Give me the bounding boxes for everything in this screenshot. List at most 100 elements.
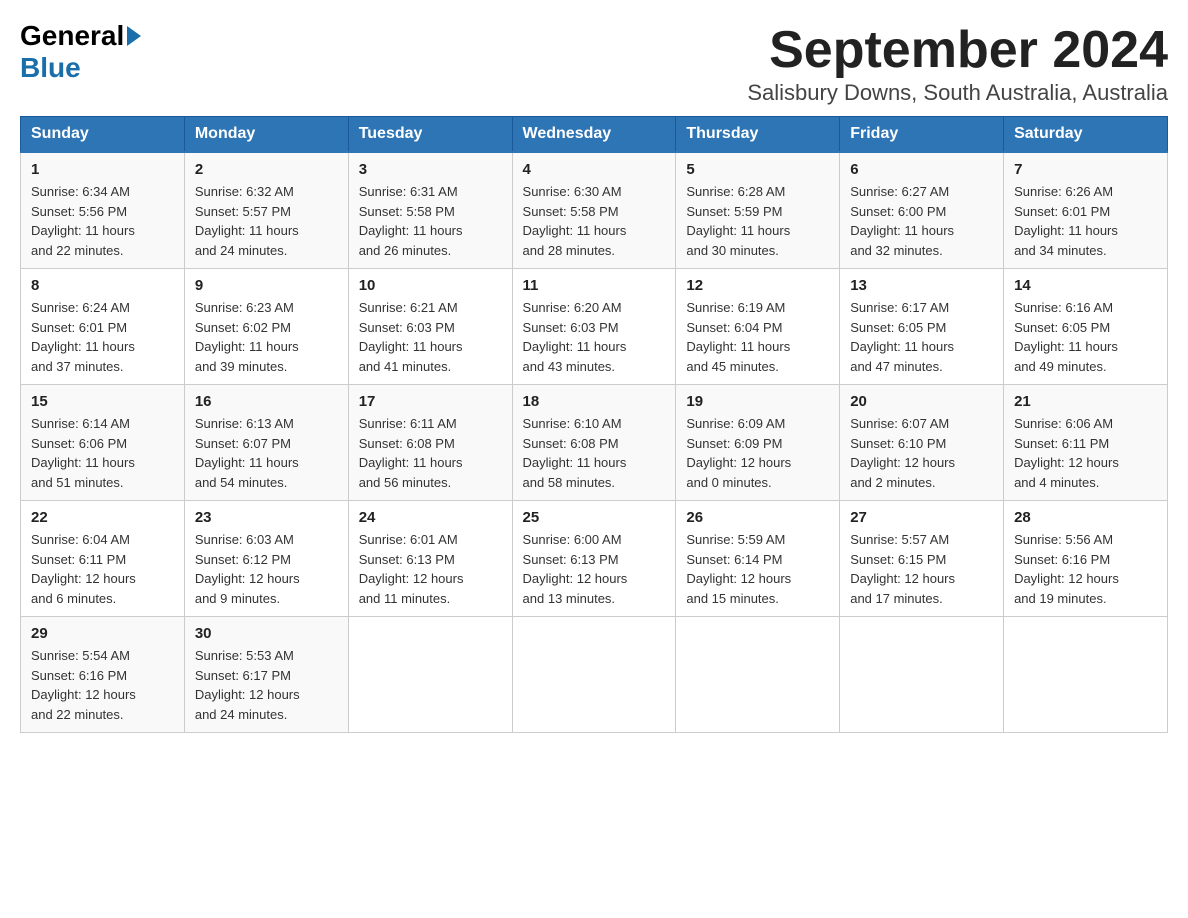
calendar-cell: 18 Sunrise: 6:10 AMSunset: 6:08 PMDayligh… [512, 385, 676, 501]
calendar-cell: 13 Sunrise: 6:17 AMSunset: 6:05 PMDayligh… [840, 269, 1004, 385]
day-info: Sunrise: 6:27 AMSunset: 6:00 PMDaylight:… [850, 182, 993, 260]
day-number: 1 [31, 161, 174, 178]
day-info: Sunrise: 6:11 AMSunset: 6:08 PMDaylight:… [359, 414, 502, 492]
calendar-cell: 4 Sunrise: 6:30 AMSunset: 5:58 PMDaylight… [512, 152, 676, 269]
calendar-cell [1004, 617, 1168, 733]
calendar-cell: 2 Sunrise: 6:32 AMSunset: 5:57 PMDaylight… [184, 152, 348, 269]
day-number: 4 [523, 161, 666, 178]
day-info: Sunrise: 6:28 AMSunset: 5:59 PMDaylight:… [686, 182, 829, 260]
day-header-saturday: Saturday [1004, 117, 1168, 153]
day-info: Sunrise: 6:23 AMSunset: 6:02 PMDaylight:… [195, 298, 338, 376]
day-info: Sunrise: 6:14 AMSunset: 6:06 PMDaylight:… [31, 414, 174, 492]
day-info: Sunrise: 6:19 AMSunset: 6:04 PMDaylight:… [686, 298, 829, 376]
calendar-cell: 7Sunrise: 6:26 AMSunset: 6:01 PMDaylight… [1004, 152, 1168, 269]
day-header-wednesday: Wednesday [512, 117, 676, 153]
day-info: Sunrise: 6:20 AMSunset: 6:03 PMDaylight:… [523, 298, 666, 376]
day-header-friday: Friday [840, 117, 1004, 153]
day-info: Sunrise: 6:32 AMSunset: 5:57 PMDaylight:… [195, 182, 338, 260]
calendar-cell: 17Sunrise: 6:11 AMSunset: 6:08 PMDayligh… [348, 385, 512, 501]
calendar-week-4: 22 Sunrise: 6:04 AMSunset: 6:11 PMDayligh… [21, 501, 1168, 617]
logo-blue-text: Blue [20, 52, 81, 84]
calendar-cell [676, 617, 840, 733]
day-info: Sunrise: 5:59 AMSunset: 6:14 PMDaylight:… [686, 530, 829, 608]
day-info: Sunrise: 6:16 AMSunset: 6:05 PMDaylight:… [1014, 298, 1157, 376]
calendar-cell: 1 Sunrise: 6:34 AMSunset: 5:56 PMDaylight… [21, 152, 185, 269]
day-number: 8 [31, 277, 174, 294]
calendar-cell: 10 Sunrise: 6:21 AMSunset: 6:03 PMDayligh… [348, 269, 512, 385]
day-info: Sunrise: 6:17 AMSunset: 6:05 PMDaylight:… [850, 298, 993, 376]
day-number: 19 [686, 393, 829, 410]
calendar-cell: 28 Sunrise: 5:56 AMSunset: 6:16 PMDayligh… [1004, 501, 1168, 617]
day-info: Sunrise: 5:56 AMSunset: 6:16 PMDaylight:… [1014, 530, 1157, 608]
calendar-cell: 14 Sunrise: 6:16 AMSunset: 6:05 PMDayligh… [1004, 269, 1168, 385]
day-number: 13 [850, 277, 993, 294]
location-subtitle: Salisbury Downs, South Australia, Austra… [747, 80, 1168, 106]
day-number: 15 [31, 393, 174, 410]
calendar-cell: 20 Sunrise: 6:07 AMSunset: 6:10 PMDayligh… [840, 385, 1004, 501]
calendar-cell: 19 Sunrise: 6:09 AMSunset: 6:09 PMDayligh… [676, 385, 840, 501]
calendar-header-row: SundayMondayTuesdayWednesdayThursdayFrid… [21, 117, 1168, 153]
calendar-cell [348, 617, 512, 733]
day-info: Sunrise: 5:54 AMSunset: 6:16 PMDaylight:… [31, 646, 174, 724]
day-number: 14 [1014, 277, 1157, 294]
title-section: September 2024 Salisbury Downs, South Au… [747, 20, 1168, 106]
calendar-cell: 29 Sunrise: 5:54 AMSunset: 6:16 PMDayligh… [21, 617, 185, 733]
calendar-cell: 12 Sunrise: 6:19 AMSunset: 6:04 PMDayligh… [676, 269, 840, 385]
calendar-cell [840, 617, 1004, 733]
day-number: 12 [686, 277, 829, 294]
day-info: Sunrise: 6:04 AMSunset: 6:11 PMDaylight:… [31, 530, 174, 608]
day-number: 29 [31, 625, 174, 642]
calendar-table: SundayMondayTuesdayWednesdayThursdayFrid… [20, 116, 1168, 733]
calendar-cell: 30Sunrise: 5:53 AMSunset: 6:17 PMDayligh… [184, 617, 348, 733]
day-number: 20 [850, 393, 993, 410]
calendar-cell: 11 Sunrise: 6:20 AMSunset: 6:03 PMDayligh… [512, 269, 676, 385]
day-number: 11 [523, 277, 666, 294]
calendar-cell: 27Sunrise: 5:57 AMSunset: 6:15 PMDayligh… [840, 501, 1004, 617]
day-number: 5 [686, 161, 829, 178]
day-info: Sunrise: 6:07 AMSunset: 6:10 PMDaylight:… [850, 414, 993, 492]
day-info: Sunrise: 6:13 AMSunset: 6:07 PMDaylight:… [195, 414, 338, 492]
day-info: Sunrise: 6:03 AMSunset: 6:12 PMDaylight:… [195, 530, 338, 608]
logo: General Blue [20, 20, 144, 84]
calendar-cell: 3Sunrise: 6:31 AMSunset: 5:58 PMDaylight… [348, 152, 512, 269]
day-info: Sunrise: 6:09 AMSunset: 6:09 PMDaylight:… [686, 414, 829, 492]
day-number: 30 [195, 625, 338, 642]
calendar-cell: 25 Sunrise: 6:00 AMSunset: 6:13 PMDayligh… [512, 501, 676, 617]
day-header-thursday: Thursday [676, 117, 840, 153]
logo-arrow-icon [127, 26, 141, 46]
day-info: Sunrise: 6:24 AMSunset: 6:01 PMDaylight:… [31, 298, 174, 376]
day-number: 18 [523, 393, 666, 410]
logo-general-text: General [20, 20, 124, 52]
day-info: Sunrise: 6:31 AMSunset: 5:58 PMDaylight:… [359, 182, 502, 260]
calendar-cell: 23 Sunrise: 6:03 AMSunset: 6:12 PMDayligh… [184, 501, 348, 617]
day-number: 23 [195, 509, 338, 526]
calendar-cell: 21Sunrise: 6:06 AMSunset: 6:11 PMDayligh… [1004, 385, 1168, 501]
day-number: 24 [359, 509, 502, 526]
calendar-cell: 9 Sunrise: 6:23 AMSunset: 6:02 PMDaylight… [184, 269, 348, 385]
calendar-cell: 22 Sunrise: 6:04 AMSunset: 6:11 PMDayligh… [21, 501, 185, 617]
day-number: 25 [523, 509, 666, 526]
day-header-tuesday: Tuesday [348, 117, 512, 153]
day-number: 22 [31, 509, 174, 526]
calendar-cell: 5 Sunrise: 6:28 AMSunset: 5:59 PMDaylight… [676, 152, 840, 269]
day-info: Sunrise: 6:30 AMSunset: 5:58 PMDaylight:… [523, 182, 666, 260]
day-info: Sunrise: 6:34 AMSunset: 5:56 PMDaylight:… [31, 182, 174, 260]
calendar-cell: 16 Sunrise: 6:13 AMSunset: 6:07 PMDayligh… [184, 385, 348, 501]
calendar-cell: 15 Sunrise: 6:14 AMSunset: 6:06 PMDayligh… [21, 385, 185, 501]
day-info: Sunrise: 6:26 AMSunset: 6:01 PMDaylight:… [1014, 182, 1157, 260]
day-info: Sunrise: 6:10 AMSunset: 6:08 PMDaylight:… [523, 414, 666, 492]
day-number: 28 [1014, 509, 1157, 526]
day-number: 21 [1014, 393, 1157, 410]
day-number: 2 [195, 161, 338, 178]
calendar-cell: 24Sunrise: 6:01 AMSunset: 6:13 PMDayligh… [348, 501, 512, 617]
day-info: Sunrise: 6:00 AMSunset: 6:13 PMDaylight:… [523, 530, 666, 608]
calendar-cell [512, 617, 676, 733]
day-number: 10 [359, 277, 502, 294]
calendar-week-2: 8 Sunrise: 6:24 AMSunset: 6:01 PMDaylight… [21, 269, 1168, 385]
day-number: 9 [195, 277, 338, 294]
day-number: 27 [850, 509, 993, 526]
calendar-cell: 6Sunrise: 6:27 AMSunset: 6:00 PMDaylight… [840, 152, 1004, 269]
day-number: 16 [195, 393, 338, 410]
calendar-week-5: 29 Sunrise: 5:54 AMSunset: 6:16 PMDayligh… [21, 617, 1168, 733]
day-info: Sunrise: 6:21 AMSunset: 6:03 PMDaylight:… [359, 298, 502, 376]
